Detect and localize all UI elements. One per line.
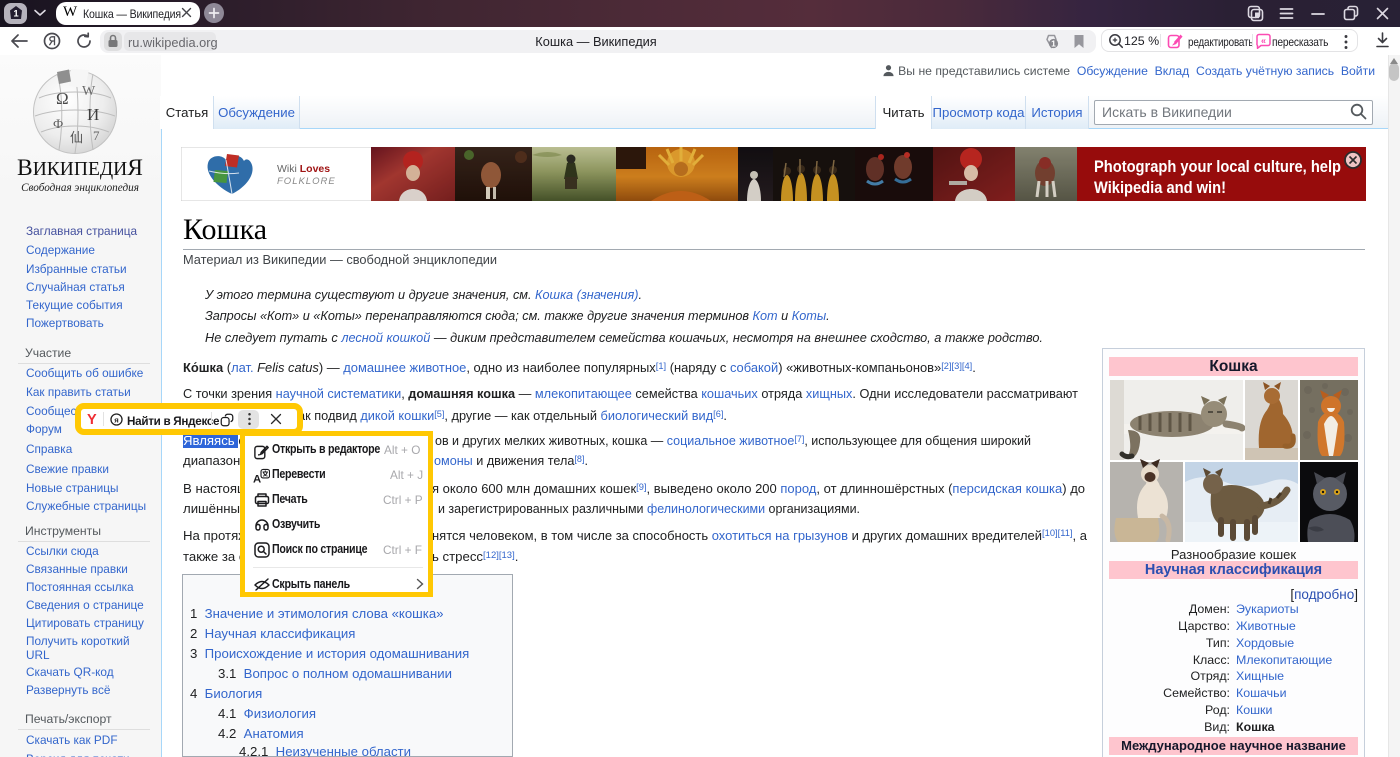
svg-text:A: A [253, 474, 261, 485]
svg-text:1: 1 [1051, 39, 1056, 49]
svg-text:Wiki Loves: Wiki Loves [277, 163, 330, 175]
svg-text:«: « [1261, 36, 1266, 46]
svg-text:Ф: Ф [53, 116, 63, 131]
svg-text:Photograph your local culture,: Photograph your local culture, help [1094, 157, 1341, 176]
svg-text:FOLKLORE: FOLKLORE [277, 176, 336, 187]
svg-text:Wikipedia and win!: Wikipedia and win! [1094, 178, 1226, 197]
svg-text:Ω: Ω [56, 89, 69, 108]
svg-text:仙: 仙 [70, 130, 83, 145]
svg-text:W: W [82, 84, 96, 99]
svg-text:я: я [114, 415, 119, 424]
svg-text:1: 1 [13, 9, 19, 20]
svg-text:И: И [87, 105, 99, 124]
svg-text:7: 7 [93, 128, 100, 143]
